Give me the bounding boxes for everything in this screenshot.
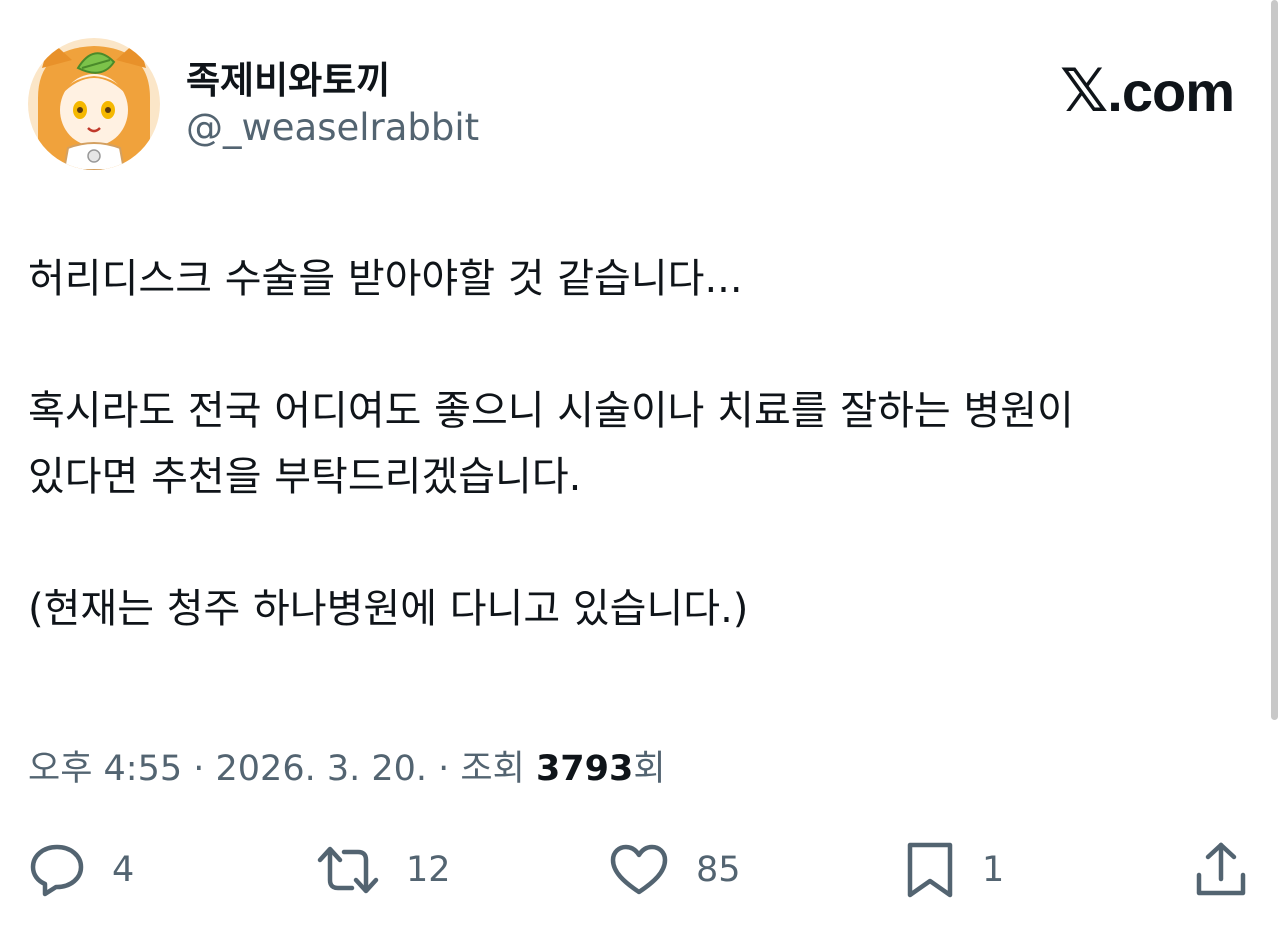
retweet-count: 12 xyxy=(406,850,451,890)
user-handle[interactable]: @_weaselrabbit xyxy=(186,106,479,149)
meta-separator: · xyxy=(182,749,216,789)
bookmark-icon xyxy=(907,842,953,898)
views-label: 조회 xyxy=(460,749,536,789)
fox-girl-avatar-icon xyxy=(28,38,160,170)
retweet-button[interactable]: 12 xyxy=(316,840,451,900)
reply-count: 4 xyxy=(112,850,135,890)
like-count: 85 xyxy=(696,850,741,890)
tweet-line: 있다면 추천을 부탁드리겠습니다. xyxy=(28,454,582,500)
bookmark-button[interactable]: 1 xyxy=(904,840,1004,900)
views-count: 3793 xyxy=(535,749,634,789)
tweet-line: 혹시라도 전국 어디여도 좋으니 시술이나 치료를 잘하는 병원이 xyxy=(28,388,1074,434)
views-suffix: 회 xyxy=(633,749,666,789)
tweet-line: 허리디스크 수술을 받아야할 것 같습니다... xyxy=(28,256,743,302)
reply-button[interactable]: 4 xyxy=(28,840,134,900)
bookmark-count: 1 xyxy=(982,850,1005,890)
x-logo-mark: 𝕏 xyxy=(1059,57,1108,124)
tweet-text: 허리디스크 수술을 받아야할 것 같습니다... 혹시라도 전국 어디여도 좋으… xyxy=(28,246,1260,642)
post-time[interactable]: 오후 4:55 xyxy=(28,749,182,789)
reply-icon xyxy=(30,844,84,897)
tweet-line: (현재는 청주 하나병원에 다니고 있습니다.) xyxy=(28,586,749,632)
post-date[interactable]: 2026. 3. 20. xyxy=(216,749,428,789)
share-button[interactable] xyxy=(1194,840,1248,900)
retweet-icon xyxy=(317,846,379,894)
x-logo-text: .com xyxy=(1107,60,1235,123)
meta-separator: · xyxy=(427,749,461,789)
x-logo: 𝕏.com xyxy=(1059,56,1235,126)
display-name[interactable]: 족제비와토끼 xyxy=(186,50,390,104)
scrollbar[interactable] xyxy=(1271,0,1278,720)
like-button[interactable]: 85 xyxy=(608,840,741,900)
tweet-meta: 오후 4:55 · 2026. 3. 20. · 조회 3793회 xyxy=(28,740,666,791)
share-icon xyxy=(1196,842,1246,896)
avatar[interactable] xyxy=(28,38,160,170)
heart-icon xyxy=(610,844,668,895)
